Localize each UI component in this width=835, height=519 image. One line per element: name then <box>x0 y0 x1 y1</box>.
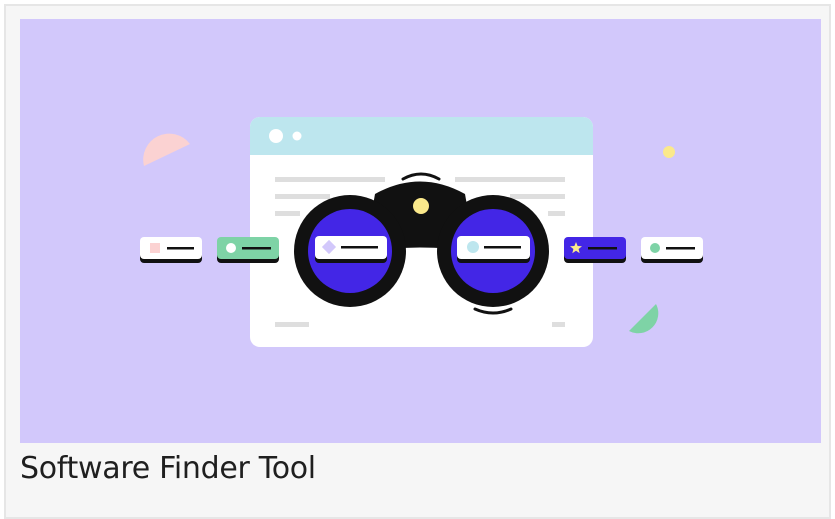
result-chip-star-icon <box>564 237 626 263</box>
result-chip-pink-icon <box>140 237 202 263</box>
card-title[interactable]: Software Finder Tool <box>20 448 316 490</box>
yellow-dot-shape <box>663 146 675 158</box>
hero-illustration <box>20 19 821 443</box>
result-chip-green-icon <box>217 237 279 263</box>
result-chip-green-dot-icon <box>641 237 703 263</box>
software-finder-card[interactable]: Software Finder Tool <box>4 4 831 519</box>
